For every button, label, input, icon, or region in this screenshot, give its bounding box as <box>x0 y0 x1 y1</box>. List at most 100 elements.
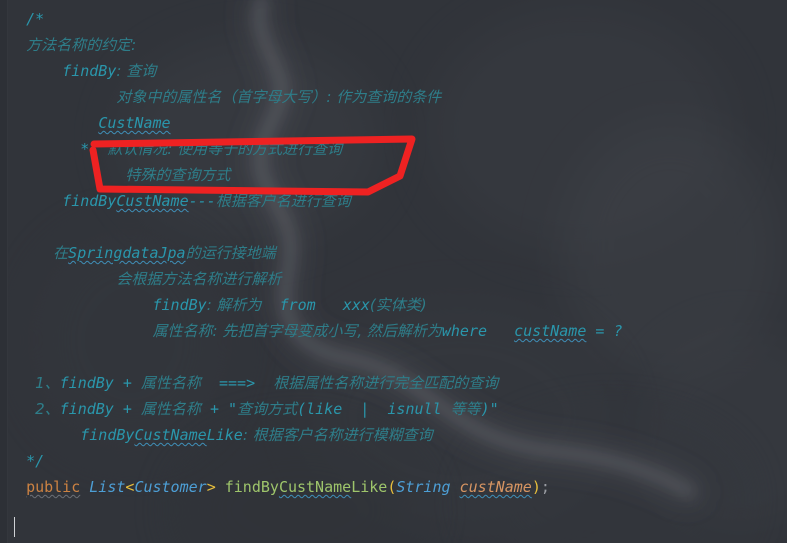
code-token: ( <box>387 478 397 496</box>
code-line[interactable]: 对象中的属性名（首字母大写）: 作为查询的条件 <box>0 84 787 110</box>
code-token: + <box>113 400 141 418</box>
code-token: findBy <box>62 192 117 210</box>
code-token: SpringdataJpa <box>68 244 186 262</box>
code-line[interactable]: */ <box>0 448 787 474</box>
code-token: 根据属性名称进行完全匹配的查询 <box>273 374 499 392</box>
code-line[interactable]: 在SpringdataJpa的运行接地端 <box>0 240 787 266</box>
code-line[interactable]: /* <box>0 6 787 32</box>
code-token: 属性名称: 先把首字母变成小写, 然后解析为 <box>152 322 442 340</box>
code-token: 默认情况: 使用等于的方式进行查询 <box>107 140 343 158</box>
code-token: 的运行接地端 <box>185 244 276 262</box>
code-token: Like <box>206 426 243 444</box>
code-token: (实体类) <box>369 296 427 314</box>
code-line[interactable]: 2、findBy + 属性名称 + "查询方式(like | isnull 等等… <box>0 396 787 422</box>
code-token: : 根据客户名称进行模糊查询 <box>242 426 433 444</box>
code-token: public <box>26 478 81 496</box>
code-editor[interactable]: /* 方法名称的约定: findBy: 查询 对象中的属性名（首字母大写）: 作… <box>0 0 787 543</box>
code-token: Like <box>351 478 388 496</box>
code-line[interactable]: findBy: 查询 <box>0 58 787 84</box>
code-line[interactable]: findBy: 解析为 from xxx(实体类) <box>0 292 787 318</box>
code-token: + <box>113 374 141 392</box>
code-token: custName <box>514 322 587 340</box>
code-token: CustName <box>116 192 189 210</box>
code-line[interactable] <box>0 344 787 370</box>
code-token: : 解析为 <box>206 296 262 314</box>
code-token: : 查询 <box>116 62 157 80</box>
code-token: 1、 <box>35 374 60 392</box>
code-token: CustName <box>98 114 171 132</box>
code-line[interactable]: findByCustNameLike: 根据客户名称进行模糊查询 <box>0 422 787 448</box>
code-line[interactable]: findByCustName---根据客户名进行查询 <box>0 188 787 214</box>
code-token: ; <box>540 478 550 496</box>
code-token: findBy <box>59 400 114 418</box>
code-line[interactable]: 属性名称: 先把首字母变成小写, 然后解析为where custName = ? <box>0 318 787 344</box>
code-token: 属性名称 <box>140 374 201 392</box>
code-line[interactable]: 1、findBy + 属性名称 ===> 根据属性名称进行完全匹配的查询 <box>0 370 787 396</box>
code-line[interactable]: 会根据方法名称进行解析 <box>0 266 787 292</box>
code-line[interactable]: * 默认情况: 使用等于的方式进行查询 <box>0 136 787 162</box>
code-token: )" <box>480 400 499 418</box>
code-token: 根据客户名进行查询 <box>215 192 351 210</box>
code-token: 特殊的查询方式 <box>125 166 231 184</box>
code-token: List <box>89 478 126 496</box>
code-line[interactable]: public List<Customer> findByCustNameLike… <box>0 474 787 500</box>
code-content[interactable]: /* 方法名称的约定: findBy: 查询 对象中的属性名（首字母大写）: 作… <box>0 0 787 500</box>
code-token: --- <box>188 192 216 210</box>
code-token: ===> <box>200 374 274 392</box>
code-token: 属性名称 <box>140 400 201 418</box>
code-token: xxx <box>342 296 370 314</box>
code-token: + " <box>200 400 238 418</box>
code-token: 在 <box>53 244 69 262</box>
code-token: 2、 <box>35 400 60 418</box>
code-token: findBy <box>224 478 279 496</box>
code-token: findBy <box>152 296 207 314</box>
code-line[interactable]: CustName <box>0 110 787 136</box>
code-token: 会根据方法名称进行解析 <box>116 270 282 288</box>
code-token: = ? <box>586 322 623 340</box>
code-token: 等等 <box>450 400 481 418</box>
code-token: findBy <box>59 374 114 392</box>
code-line[interactable]: 特殊的查询方式 <box>0 162 787 188</box>
code-token: String <box>396 478 451 496</box>
code-token: 方法名称的约定: <box>26 36 137 54</box>
code-token: CustName <box>134 426 207 444</box>
code-token: Customer <box>134 478 207 496</box>
code-token: 对象中的属性名（首字母大写）: 作为查询的条件 <box>116 88 442 106</box>
code-line[interactable] <box>0 214 787 240</box>
code-token: 查询方式 <box>237 400 298 418</box>
code-token: */ <box>26 452 45 470</box>
code-token: CustName <box>278 478 352 496</box>
code-token: > <box>206 478 216 496</box>
code-token: (like | isnull <box>297 400 451 418</box>
code-token: findBy <box>80 426 135 444</box>
code-token: custName <box>459 478 532 496</box>
code-token: from <box>261 296 343 314</box>
text-caret <box>14 517 15 537</box>
code-token: findBy <box>62 62 117 80</box>
code-line[interactable]: 方法名称的约定: <box>0 32 787 58</box>
code-token: ) <box>531 478 541 496</box>
code-token: * <box>80 140 108 158</box>
code-token: /* <box>26 10 45 28</box>
